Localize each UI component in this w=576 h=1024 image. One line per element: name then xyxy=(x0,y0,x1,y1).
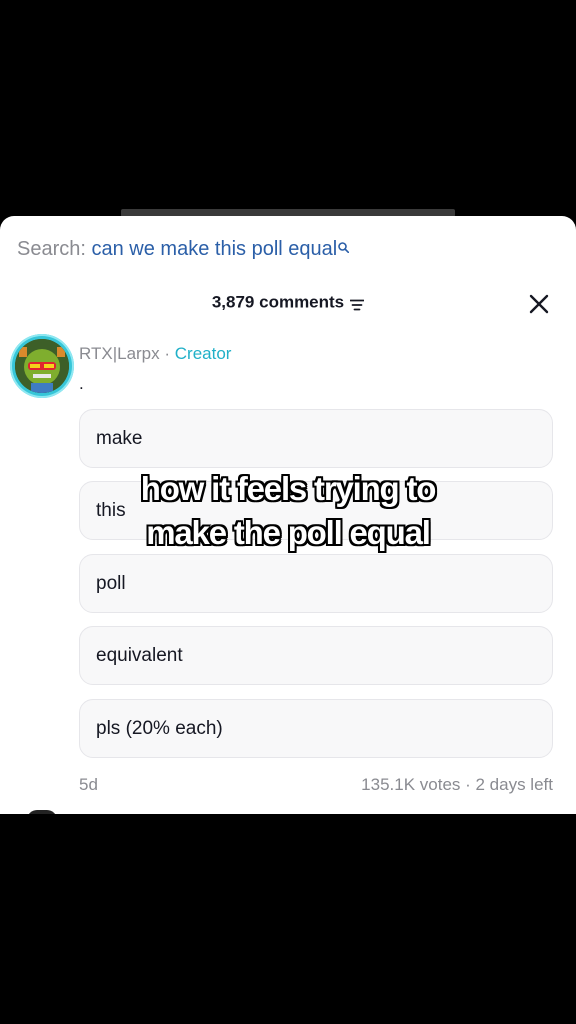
poll-option-4[interactable]: equivalent xyxy=(79,626,553,685)
comment-timestamp: 5d xyxy=(79,775,98,794)
comments-count: 3,879 comments xyxy=(211,292,345,312)
search-prefix: Search: xyxy=(17,238,86,260)
sort-filter-icon[interactable] xyxy=(349,296,365,310)
poll-option-5[interactable]: pls (20% each) xyxy=(79,699,553,758)
poll-option-3[interactable]: poll xyxy=(79,554,553,613)
avatar[interactable] xyxy=(10,334,74,398)
poll-vote-summary: 135.1K votes · 2 days left xyxy=(361,775,553,794)
search-query-link[interactable]: can we make this poll equal xyxy=(92,238,338,260)
search-icon[interactable] xyxy=(338,242,350,253)
caption-line-2: make the poll equal xyxy=(146,514,431,551)
comment-author-row: RTX|Larpx · Creator xyxy=(79,344,231,364)
avatar-image xyxy=(15,339,69,393)
author-name[interactable]: RTX|Larpx xyxy=(79,344,160,363)
close-icon[interactable] xyxy=(528,293,550,315)
poll-option-label: poll xyxy=(96,573,126,594)
poll-option-1[interactable]: make xyxy=(79,409,553,468)
comments-header: 3,879 comments xyxy=(0,292,576,313)
search-suggestion[interactable]: Search: can we make this poll equal xyxy=(17,238,350,261)
poll-option-label: make xyxy=(96,428,143,449)
poll-option-label: equivalent xyxy=(96,645,183,666)
poll-option-label: pls (20% each) xyxy=(96,718,223,739)
next-comment-avatar-peek xyxy=(27,810,57,814)
separator-dot: · xyxy=(164,344,171,363)
video-caption-overlay: how it feels trying to make the poll equ… xyxy=(0,467,576,555)
creator-badge: Creator xyxy=(174,344,232,363)
comment-text: . xyxy=(79,374,84,393)
caption-line-1: how it feels trying to xyxy=(140,470,437,507)
